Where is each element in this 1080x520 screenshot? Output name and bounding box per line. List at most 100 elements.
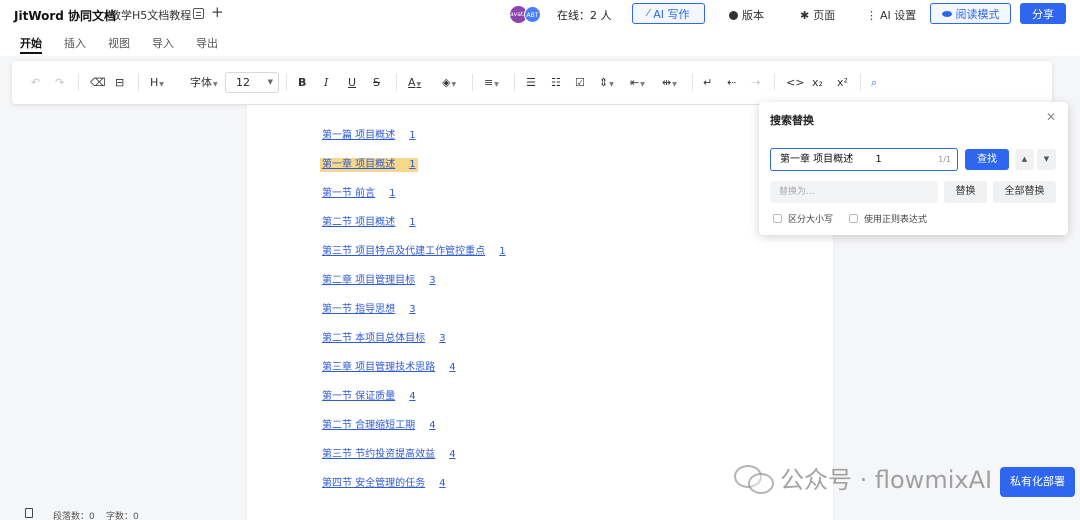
toc-item[interactable]: 第二节 本项目总体目标 3: [322, 332, 446, 346]
subscript-icon[interactable]: x₂: [812, 75, 823, 91]
superscript-icon[interactable]: x²: [837, 75, 848, 91]
highlight-color-icon[interactable]: ◈▼: [442, 75, 456, 91]
read-mode-button[interactable]: 阅读模式: [930, 3, 1011, 24]
heading-dropdown[interactable]: H▼: [150, 75, 164, 91]
replace-input[interactable]: 替换为...: [770, 181, 938, 203]
toc-item-text: 第一节 保证质量: [322, 391, 396, 402]
tab-export[interactable]: 导出: [196, 35, 218, 51]
toc-item-text: 第一节 前言: [322, 188, 376, 199]
toc-item[interactable]: 第三节 项目特点及代建工作管控重点 1: [322, 245, 506, 259]
document-title[interactable]: 教学H5文档教程: [110, 7, 191, 23]
add-icon[interactable]: +: [211, 3, 224, 21]
toc-item[interactable]: 第三节 节约投资提高效益 4: [322, 448, 456, 462]
toc-item[interactable]: 第二节 合理缩短工期 4: [322, 419, 436, 433]
undo-icon[interactable]: ↶: [31, 75, 40, 91]
page-button[interactable]: ✱ 页面: [800, 7, 835, 23]
close-icon[interactable]: ✕: [1046, 110, 1056, 124]
wrap-text-icon[interactable]: ↵: [703, 75, 712, 91]
toolbar-divider: [396, 74, 397, 91]
column-icon[interactable]: ⇹▼: [662, 75, 677, 91]
toolbar-divider: [472, 74, 473, 91]
font-size-value: 12: [236, 76, 250, 89]
search-icon[interactable]: ⌕: [871, 75, 877, 91]
tab-insert[interactable]: 插入: [64, 35, 86, 51]
formatting-toolbar: ↶ ↷ ⌫ ⊟ H▼ 字体▼ 12 ▼ B I U S A▼ ◈▼ ≡▼ ☰ ☷…: [12, 61, 1052, 104]
format-painter-icon[interactable]: ⊟: [115, 75, 124, 91]
checkbox-box: [773, 214, 782, 223]
toc-item-text: 第二节 本项目总体目标: [322, 333, 426, 344]
app-name: JitWord 协同文档: [14, 9, 117, 23]
toc-item[interactable]: 第四节 安全管理的任务 4: [322, 477, 446, 491]
chevron-down-icon: ▼: [640, 81, 645, 88]
case-sensitive-label: 区分大小写: [788, 215, 834, 225]
bullet-list-icon[interactable]: ☰: [526, 75, 536, 91]
share-button[interactable]: 分享: [1020, 3, 1066, 24]
toc-item[interactable]: 第二节 项目概述 1: [322, 216, 416, 230]
replace-button[interactable]: 替换: [944, 181, 987, 203]
ordered-list-icon[interactable]: ☷: [551, 75, 561, 91]
toc-item[interactable]: 第三章 项目管理技术思路 4: [322, 361, 456, 375]
wechat-logo-icon: [734, 463, 774, 494]
tab-import[interactable]: 导入: [152, 35, 174, 51]
toc-item[interactable]: 第一节 指导思想 3: [322, 303, 416, 317]
toc-item-page: 4: [449, 449, 456, 460]
toc-item[interactable]: 第一篇 项目概述 1: [322, 129, 416, 143]
strikethrough-icon[interactable]: S: [373, 75, 380, 91]
toc-item-highlighted[interactable]: 第一章 项目概述 1: [320, 158, 418, 172]
toc-item-page: 3: [409, 304, 416, 315]
search-input[interactable]: 第一章 项目概述 1 1/1: [770, 148, 958, 171]
toolbar-divider: [860, 74, 861, 91]
find-button[interactable]: 查找: [965, 149, 1009, 170]
case-sensitive-checkbox[interactable]: 区分大小写: [773, 212, 833, 225]
toc-item-page: 1: [409, 159, 416, 170]
font-size-select[interactable]: 12 ▼: [225, 72, 279, 93]
toc-item-text: 第三节 节约投资提高效益: [322, 449, 436, 460]
outdent-icon[interactable]: ⇠: [727, 75, 736, 91]
line-height-icon[interactable]: ⇕▼: [599, 75, 614, 91]
private-deploy-button[interactable]: 私有化部署: [1000, 467, 1075, 497]
indent-more-icon[interactable]: ⇢: [751, 75, 760, 91]
task-list-icon[interactable]: ☑: [575, 75, 585, 91]
indent-icon[interactable]: ⇤▼: [630, 75, 645, 91]
bold-icon[interactable]: B: [298, 75, 306, 91]
document-icon: [25, 508, 33, 518]
search-replace-panel: 搜索替换 ✕ 第一章 项目概述 1 1/1 查找 ▲ ▼ 替换为... 替换 全…: [759, 102, 1068, 235]
toolbar-divider: [692, 74, 693, 91]
avatar[interactable]: ABT: [524, 6, 541, 23]
match-count: 1/1: [938, 155, 951, 164]
font-family-dropdown[interactable]: 字体▼: [190, 75, 218, 91]
word-count: 字数：0: [106, 512, 139, 520]
paragraph-count: 段落数：0: [53, 512, 95, 520]
redo-icon[interactable]: ↷: [55, 75, 64, 91]
toc-item-text: 第二章 项目管理目标: [322, 275, 416, 286]
regex-checkbox[interactable]: 使用正则表达式: [849, 212, 927, 225]
next-match-button[interactable]: ▼: [1037, 149, 1056, 170]
italic-icon[interactable]: I: [324, 75, 328, 91]
toc-item-page: 3: [429, 275, 436, 286]
toc-item[interactable]: 第一节 前言 1: [322, 187, 396, 201]
ai-write-button[interactable]: ⁄ AI 写作: [632, 3, 705, 24]
document-page[interactable]: 第一篇 项目概述 1 第一章 项目概述 1 第一节 前言 1 第二节 项目概述 1 第三…: [247, 105, 833, 520]
replace-all-button[interactable]: 全部替换: [993, 181, 1056, 203]
heading-label: H: [150, 76, 159, 89]
checkbox-box: [849, 214, 858, 223]
code-icon[interactable]: <>: [786, 75, 804, 91]
align-icon[interactable]: ≡▼: [484, 75, 499, 91]
eraser-icon[interactable]: ⌫: [90, 75, 106, 91]
version-button[interactable]: 版本: [729, 7, 764, 23]
toc-item-page: 4: [449, 362, 456, 373]
font-color-icon[interactable]: A▼: [408, 75, 421, 91]
chevron-down-icon: ▼: [451, 81, 457, 88]
toolbar-divider: [138, 74, 139, 91]
chevron-down-icon: ▼: [494, 81, 499, 88]
tab-start[interactable]: 开始: [20, 35, 42, 54]
chevron-down-icon: ▼: [416, 81, 422, 88]
tab-view[interactable]: 视图: [108, 35, 130, 51]
ai-settings-button[interactable]: ⋮ AI 设置: [866, 7, 916, 23]
watermark: 公众号 · flowmixAI: [734, 460, 992, 495]
previous-match-button[interactable]: ▲: [1015, 149, 1034, 170]
underline-icon[interactable]: U: [348, 75, 356, 91]
toc-item[interactable]: 第二章 项目管理目标 3: [322, 274, 436, 288]
document-outline-icon[interactable]: [193, 8, 204, 19]
toc-item[interactable]: 第一节 保证质量 4: [322, 390, 416, 404]
